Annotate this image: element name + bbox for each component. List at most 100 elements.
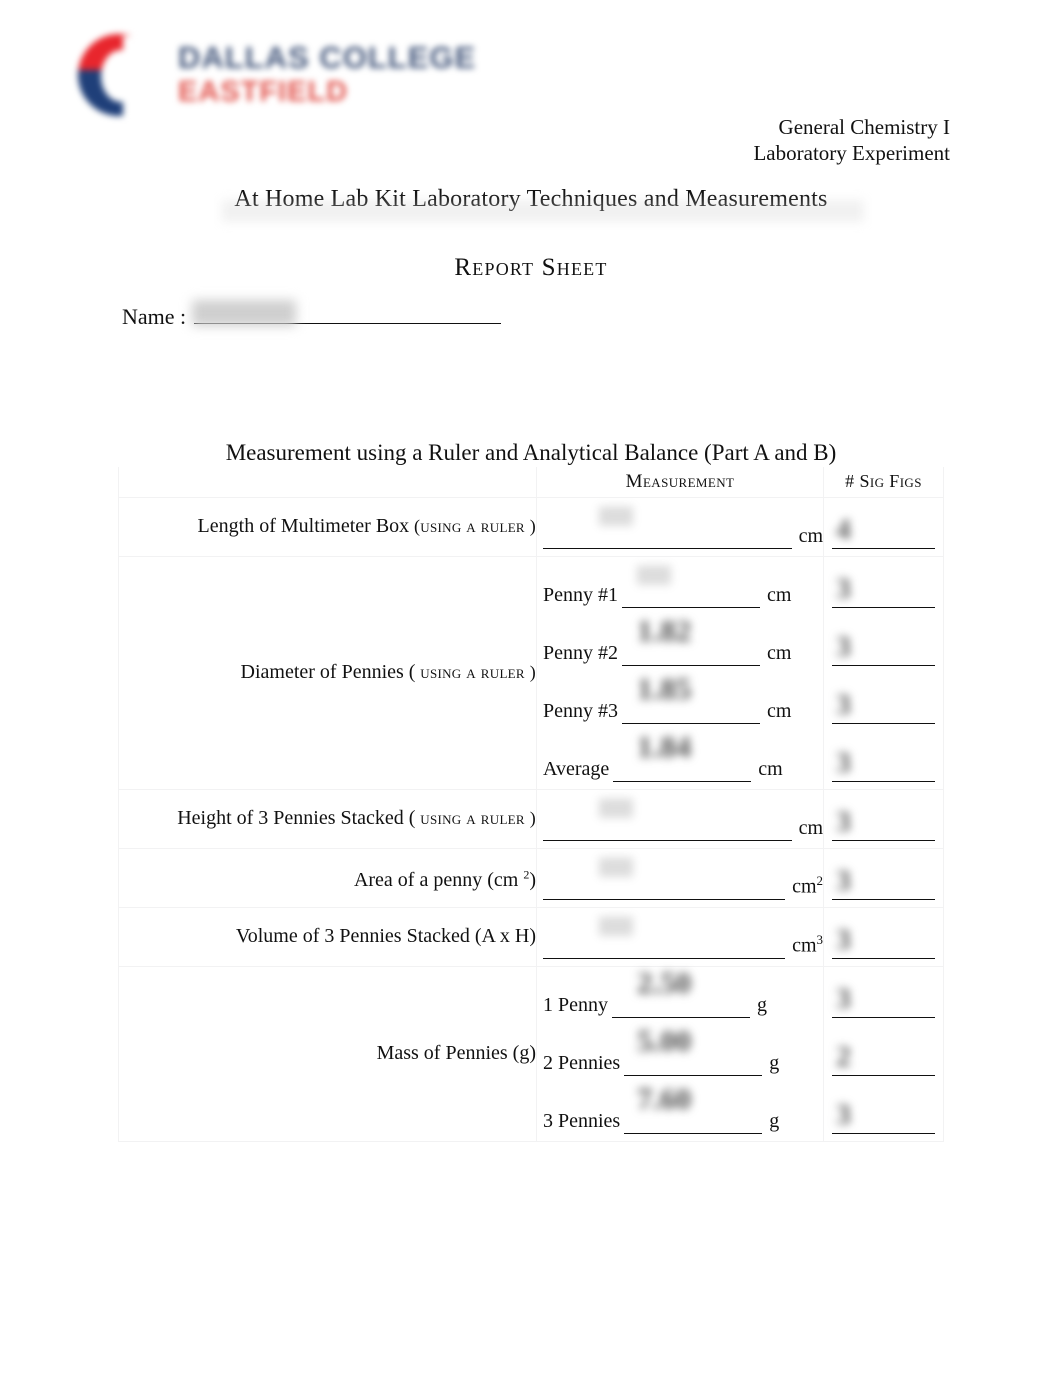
row-label: Height of 3 Pennies Stacked ( using a ru… xyxy=(118,788,537,849)
column-header-sig-figs: # Sig Figs xyxy=(823,467,944,498)
measurement-input[interactable] xyxy=(622,586,760,608)
unit-label: cm xyxy=(767,641,792,664)
sig-figs-input[interactable] xyxy=(832,819,935,841)
unit-label: cm3 xyxy=(792,931,823,957)
measurement-entry-label: Average xyxy=(543,757,610,780)
document-header: General Chemistry I Laboratory Experimen… xyxy=(753,114,950,166)
measurement-input[interactable] xyxy=(622,644,760,666)
table-row: Height of 3 Pennies Stacked ( using a ru… xyxy=(118,788,944,849)
sig-figs-entry: 3 xyxy=(824,1083,943,1141)
measurement-entry: 3 Pennies g 7.60 xyxy=(537,1081,823,1141)
measurement-input[interactable] xyxy=(543,819,792,841)
sig-figs-entry: 3 xyxy=(824,673,943,731)
row-label-text: Length of Multimeter Box xyxy=(197,515,410,537)
sig-figs-input[interactable] xyxy=(832,1112,935,1134)
measurement-input[interactable] xyxy=(543,878,786,900)
sig-figs-input[interactable] xyxy=(832,527,935,549)
institution-logo: DALLAS COLLEGE EASTFIELD xyxy=(78,30,528,122)
table-header-row: Measurement # Sig Figs xyxy=(118,467,944,498)
unit-label: cm xyxy=(767,583,792,606)
name-field-row: Name : xyxy=(122,303,502,330)
unit-label: g xyxy=(769,1051,780,1074)
measurement-input[interactable] xyxy=(622,702,760,724)
measurement-entry-label: Penny #2 xyxy=(543,641,618,664)
measurement-entry: cm3 ███ xyxy=(537,908,823,966)
measurement-entry-label: 2 Pennies xyxy=(543,1051,621,1074)
measurement-input[interactable] xyxy=(624,1054,763,1076)
measurement-entry-label: 1 Penny xyxy=(543,993,608,1016)
row-label-text: Area of a penny (cm 2) xyxy=(353,867,536,891)
sig-figs-input[interactable] xyxy=(832,760,935,782)
row-label: Volume of 3 Pennies Stacked (A x H) xyxy=(118,906,537,967)
unit-label: cm xyxy=(767,699,792,722)
unit-label: cm xyxy=(798,816,823,839)
sig-figs-cell: 3 xyxy=(823,788,944,849)
table-row: Length of Multimeter Box (using a ruler … xyxy=(118,496,944,557)
handwritten-value: ███ xyxy=(599,507,634,525)
experiment-title: At Home Lab Kit Laboratory Techniques an… xyxy=(0,186,1062,222)
measurement-cell: cm ███ xyxy=(536,788,824,849)
sig-figs-input[interactable] xyxy=(832,996,935,1018)
handwritten-value: ███ xyxy=(599,799,634,817)
measurement-cell: cm2 ███ xyxy=(536,847,824,908)
row-label: Diameter of Pennies ( using a ruler ) xyxy=(118,555,537,790)
dallas-college-shield-icon xyxy=(78,34,163,116)
measurement-cell: cm3 ███ xyxy=(536,906,824,967)
section-heading: Measurement using a Ruler and Analytical… xyxy=(225,440,837,465)
row-method-note: (using a ruler ) xyxy=(409,516,536,536)
unit-label: g xyxy=(757,993,767,1016)
measurement-entry: cm2 ███ xyxy=(537,849,823,907)
sig-figs-cell: 3333 xyxy=(823,555,944,790)
measurement-entry-label: 3 Pennies xyxy=(543,1109,621,1132)
sig-figs-cell: 323 xyxy=(823,965,944,1142)
sig-figs-input[interactable] xyxy=(832,937,935,959)
name-label: Name : xyxy=(122,304,187,329)
sig-figs-cell: 4 xyxy=(823,496,944,557)
measurement-entry: cm ███ xyxy=(537,498,823,556)
table-row: Mass of Pennies (g) 1 Penny g 2.50 2 Pennies… xyxy=(118,965,944,1142)
row-label: Length of Multimeter Box (using a ruler … xyxy=(118,496,537,557)
sig-figs-input[interactable] xyxy=(832,644,935,666)
measurement-input[interactable] xyxy=(543,937,786,959)
unit-label: cm2 xyxy=(792,872,823,898)
measurement-cell: cm ███ xyxy=(536,496,824,557)
row-label-text: Volume of 3 Pennies Stacked (A x H) xyxy=(235,925,536,947)
handwritten-value: ███ xyxy=(637,566,672,584)
sig-figs-entry: 4 xyxy=(824,498,943,556)
sig-figs-entry: 3 xyxy=(824,557,943,615)
sig-figs-input[interactable] xyxy=(832,1054,935,1076)
handwritten-value: ███ xyxy=(599,917,634,935)
measurement-input[interactable] xyxy=(543,527,792,549)
column-header-measurement: Measurement xyxy=(536,467,824,498)
sig-figs-input[interactable] xyxy=(832,878,935,900)
row-label-text: Height of 3 Pennies Stacked ( xyxy=(177,807,416,829)
table-row: Area of a penny (cm 2) cm2 ███ 3 xyxy=(118,847,944,908)
column-header-label xyxy=(118,467,537,498)
sig-figs-input[interactable] xyxy=(832,586,935,608)
sig-figs-cell: 3 xyxy=(823,847,944,908)
sig-figs-input[interactable] xyxy=(832,702,935,724)
row-method-note: using a ruler ) xyxy=(415,662,536,682)
sig-figs-entry: 3 xyxy=(824,790,943,848)
course-title: General Chemistry I xyxy=(778,115,950,139)
unit-label: cm xyxy=(758,757,783,780)
measurement-entry-label: Penny #3 xyxy=(543,699,618,722)
row-label-text: Mass of Pennies (g) xyxy=(376,1042,536,1064)
unit-label: g xyxy=(769,1109,780,1132)
sig-figs-entry: 3 xyxy=(824,849,943,907)
row-label-text: Diameter of Pennies ( xyxy=(240,661,416,683)
name-redaction-smudge xyxy=(192,300,296,326)
document-kind: Laboratory Experiment xyxy=(753,141,950,165)
measurement-entry: Average cm 1.84 xyxy=(537,729,823,789)
logo-text-primary: DALLAS COLLEGE xyxy=(178,40,477,75)
measurement-input[interactable] xyxy=(613,760,752,782)
measurement-input[interactable] xyxy=(624,1112,763,1134)
measurement-entry: Penny #1 cm ███ xyxy=(537,557,823,615)
measurement-entry: cm ███ xyxy=(537,790,823,848)
measurement-entry-label: Penny #1 xyxy=(543,583,618,606)
measurement-entry: 1 Penny g 2.50 xyxy=(537,965,823,1025)
row-method-note: using a ruler ) xyxy=(415,808,536,828)
measurement-entry: Penny #3 cm 1.85 xyxy=(537,671,823,731)
measurement-input[interactable] xyxy=(612,996,750,1018)
experiment-title-text: At Home Lab Kit Laboratory Techniques an… xyxy=(234,186,828,212)
